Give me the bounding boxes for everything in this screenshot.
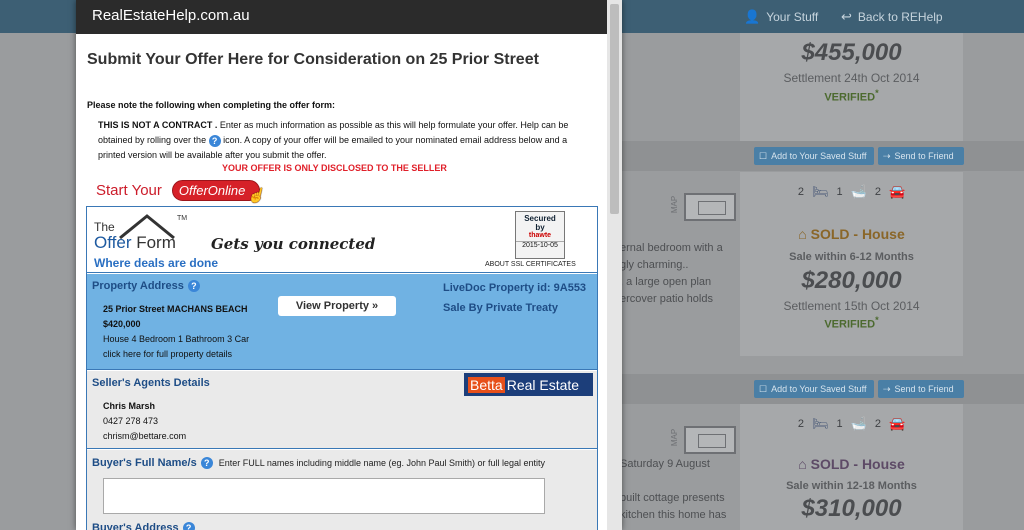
send-to-friend-label: Send to Friend (894, 384, 954, 394)
modal-site-title: RealEstateHelp.com.au (92, 7, 250, 24)
send-icon: ⇢ (883, 383, 891, 394)
add-to-saved-label: Add to Your Saved Stuff (771, 151, 867, 161)
contract-notice: THIS IS NOT A CONTRACT . Enter as much i… (98, 118, 590, 163)
buyer-address-label: Buyer's Address ? (92, 522, 195, 530)
sold-status: ⌂ SOLD - House (798, 226, 905, 242)
add-to-saved-button[interactable]: ☐ Add to Your Saved Stuff (754, 147, 874, 165)
buyer-full-name-label: Buyer's Full Name/s ? Enter FULL names i… (92, 457, 546, 469)
property-address-section: Property Address ? 25 Prior Street MACHA… (87, 274, 597, 370)
buyer-section: Buyer's Full Name/s ? Enter FULL names i… (87, 450, 597, 530)
listing-card-1: $455,000 Settlement 24th Oct 2014 VERIFI… (740, 33, 963, 143)
listing-features: 2 🛏 1 🛁 2 🚘 (797, 184, 906, 199)
view-property-button[interactable]: View Property » (278, 296, 396, 316)
bed-icon: 🛏 (811, 184, 829, 199)
contract-bold: THIS IS NOT A CONTRACT . (98, 120, 218, 130)
sellers-agent-section: Seller's Agents Details Betta Real Estate… (87, 371, 597, 449)
property-details: 25 Prior Street MACHANS BEACH $420,000 H… (103, 302, 249, 362)
logo-the: The (94, 220, 115, 234)
sale-within: Sale within 6-12 Months (789, 251, 914, 263)
send-to-friend-button[interactable]: ⇢ Send to Friend (878, 147, 964, 165)
listing-settlement: Settlement 24th Oct 2014 (783, 71, 920, 85)
page-scrollbar[interactable] (607, 0, 622, 530)
logo-tagline: Gets you connected (211, 235, 376, 253)
agency-logo: Betta Real Estate (464, 373, 593, 396)
modal-body: Submit Your Offer Here for Consideration… (76, 34, 608, 530)
property-summary: House 4 Bedroom 1 Bathroom 3 Car (103, 334, 250, 344)
listing-price: $280,000 (801, 267, 902, 294)
car-icon: 🚘 (888, 184, 906, 199)
house-icon: ⌂ (798, 226, 807, 242)
map-icon[interactable] (684, 193, 736, 221)
ssl-caption-link[interactable]: ABOUT SSL CERTIFICATES (485, 261, 576, 268)
page-scrollbar-thumb[interactable] (610, 4, 619, 214)
help-icon[interactable]: ? (182, 522, 195, 530)
listing-settlement: Settlement 15th Oct 2014 (783, 299, 920, 313)
ssl-seal[interactable]: Secured by thawte 2015-10-05 (515, 211, 565, 259)
map-label: MAP (670, 195, 680, 214)
sale-type: Sale By Private Treaty (443, 302, 558, 314)
listing-price: $455,000 (801, 39, 902, 66)
sellers-agent-label: Seller's Agents Details (92, 377, 210, 389)
listing-card-2: 2 🛏 1 🛁 2 🚘 ⌂ SOLD - House Sale within 6-12… (740, 172, 963, 356)
house-icon: ⌂ (798, 456, 807, 472)
livedoc-property-id: LiveDoc Property id: 9A553 (443, 282, 587, 294)
offer-form-frame: The TM Offer Form Gets you connected Whe… (86, 206, 598, 530)
start-offer-row: Start Your OfferOnline (96, 180, 265, 204)
agent-details: Chris Marsh 0427 278 473 chrism@bettare.… (103, 399, 186, 444)
nav-your-stuff[interactable]: 👤 Your Stuff (744, 9, 818, 25)
help-icon[interactable]: ? (208, 134, 221, 147)
property-price: $420,000 (103, 319, 141, 329)
offer-online-button[interactable]: OfferOnline (171, 180, 265, 204)
save-icon: ☐ (759, 150, 768, 161)
listing-features: 2 🛏 1 🛁 2 🚘 (797, 416, 906, 431)
logo-tm: TM (177, 215, 188, 222)
verified-badge: VERIFIED* (824, 88, 879, 104)
map-label: MAP (670, 428, 680, 447)
user-icon: 👤 (744, 9, 761, 24)
send-to-friend-label: Send to Friend (894, 151, 954, 161)
listing-snippet-3: Saturday 9 August built cottage presents… (620, 458, 727, 521)
bed-icon: 🛏 (811, 416, 829, 431)
add-to-saved-button[interactable]: ☐ Add to Your Saved Stuff (754, 380, 874, 398)
buyer-full-name-input[interactable] (103, 478, 545, 514)
modal-title-bar: RealEstateHelp.com.au (76, 0, 622, 34)
help-icon[interactable]: ? (187, 280, 200, 292)
note-heading: Please note the following when completin… (87, 100, 336, 110)
bath-icon: 🛁 (850, 416, 867, 431)
page-title: Submit Your Offer Here for Consideration… (87, 51, 539, 68)
car-icon: 🚘 (888, 416, 906, 431)
listing-card-3: 2 🛏 1 🛁 2 🚘 ⌂ SOLD - House Sale within 12-1… (740, 404, 963, 530)
offer-form-header: The TM Offer Form Gets you connected Whe… (87, 207, 597, 273)
nav-back-label: Back to REHelp (857, 10, 943, 24)
agent-name: Chris Marsh (103, 401, 156, 411)
property-address: 25 Prior Street MACHANS BEACH (103, 304, 248, 314)
sold-status: ⌂ SOLD - House (798, 456, 905, 472)
buyer-name-hint: Enter FULL names including middle name (… (218, 458, 546, 468)
listing-price: $310,000 (801, 495, 902, 522)
offer-form-logo: Offer Form (94, 233, 176, 252)
map-icon[interactable] (684, 426, 736, 454)
sale-within: Sale within 12-18 Months (786, 480, 917, 492)
save-icon: ☐ (759, 383, 768, 394)
send-icon: ⇢ (883, 150, 891, 161)
nav-your-stuff-label: Your Stuff (766, 10, 819, 24)
agent-phone: 0427 278 473 (103, 416, 159, 426)
nav-back-to-rehelp[interactable]: ↩ Back to REHelp (841, 9, 943, 25)
disclosure-notice: YOUR OFFER IS ONLY DISCLOSED TO THE SELL… (222, 163, 447, 173)
bath-icon: 🛁 (850, 184, 867, 199)
help-icon[interactable]: ? (200, 457, 213, 469)
property-details-link[interactable]: click here for full property details (103, 347, 249, 362)
verified-badge: VERIFIED* (824, 315, 879, 331)
listing-snippet-2: ernal bedroom with a gly charming.. , a … (620, 242, 723, 305)
back-arrow-icon: ↩ (841, 9, 852, 24)
property-address-label: Property Address ? (92, 280, 200, 292)
logo-deals: Where deals are done (94, 256, 219, 270)
offer-modal: RealEstateHelp.com.au Submit Your Offer … (76, 0, 622, 530)
start-your-label: Start Your (96, 182, 162, 199)
send-to-friend-button[interactable]: ⇢ Send to Friend (878, 380, 964, 398)
agent-email: chrism@bettare.com (103, 431, 187, 441)
add-to-saved-label: Add to Your Saved Stuff (771, 384, 867, 394)
